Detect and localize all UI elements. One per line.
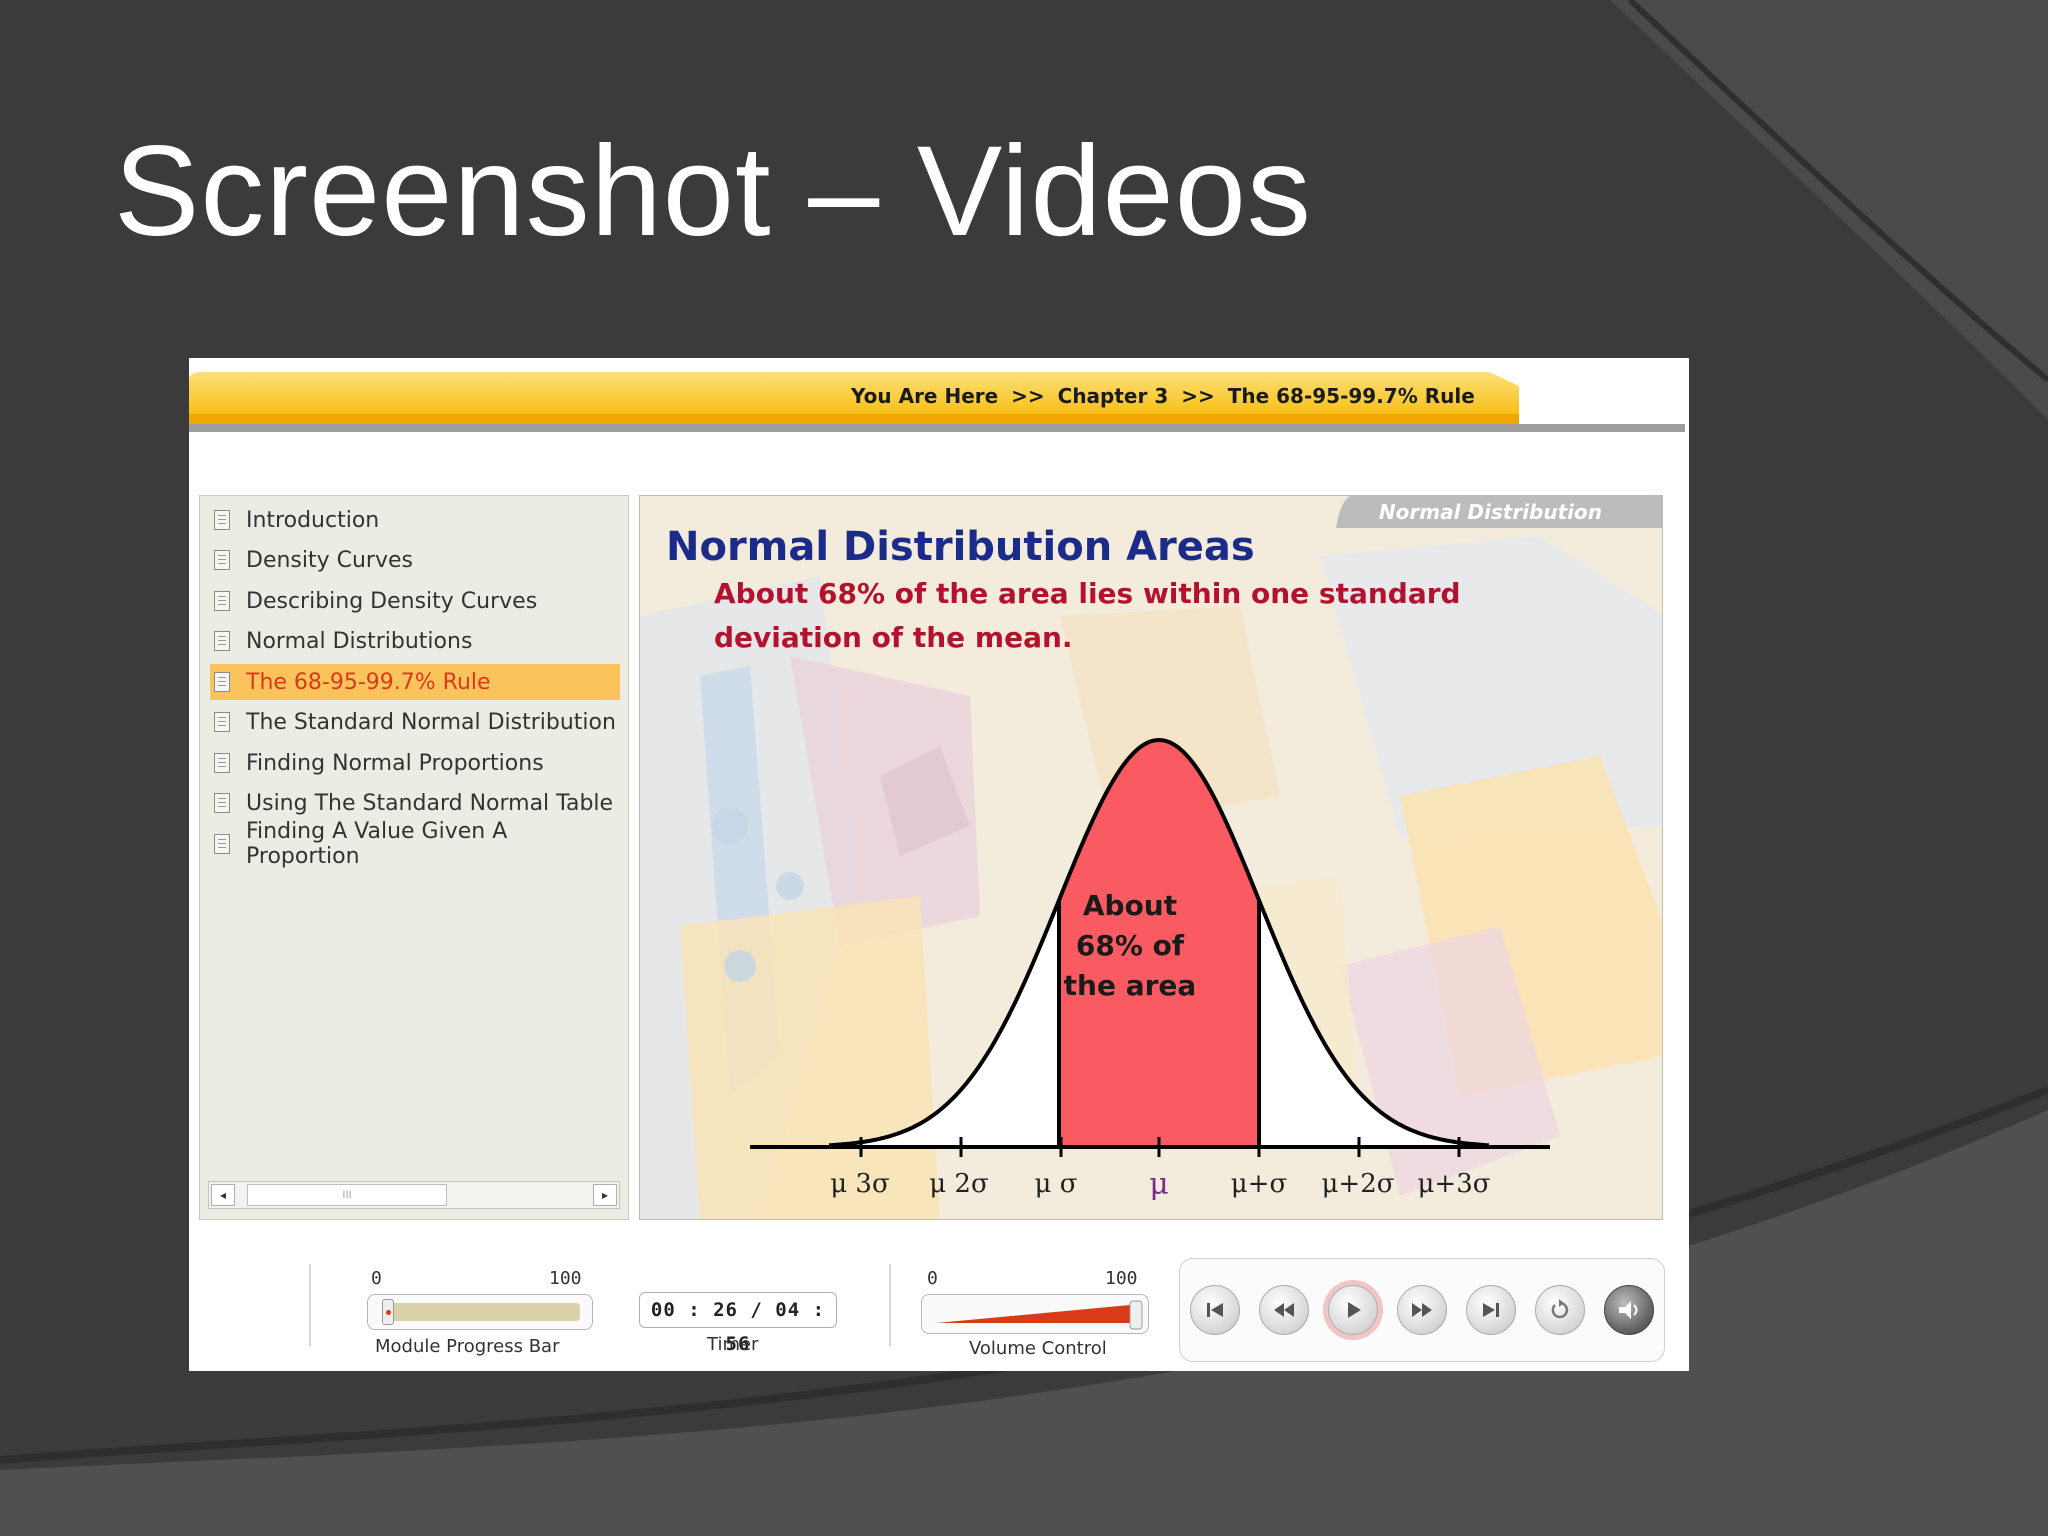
timer-caption: Timer xyxy=(707,1334,759,1355)
volume-max-label: 100 xyxy=(1105,1268,1138,1289)
sidebar-item-label: Describing Density Curves xyxy=(246,588,538,614)
slide-title: Screenshot – Videos xyxy=(114,120,1312,263)
document-icon xyxy=(214,834,230,854)
tick-label-mu-minus-sigma: μ σ xyxy=(1034,1169,1078,1199)
rewind-icon xyxy=(1274,1303,1294,1317)
video-player-app: You Are Here >> Chapter 3 >> The 68-95-9… xyxy=(189,358,1689,1371)
sidebar-item-label: Using The Standard Normal Table xyxy=(246,790,614,816)
sidebar-horizontal-scrollbar[interactable]: ◂ III ▸ xyxy=(208,1181,620,1209)
progress-marker xyxy=(385,1310,391,1315)
document-icon xyxy=(214,631,230,651)
sidebar-item-label: Normal Distributions xyxy=(246,628,473,654)
mute-button[interactable] xyxy=(1604,1285,1654,1335)
scroll-right-button[interactable]: ▸ xyxy=(593,1184,617,1206)
sidebar-item-label: Density Curves xyxy=(246,547,413,573)
scroll-left-button[interactable]: ◂ xyxy=(211,1184,235,1206)
sidebar-item-68-95-99-rule[interactable]: The 68-95-99.7% Rule xyxy=(210,664,620,700)
skip-to-start-icon xyxy=(1207,1303,1223,1317)
breadcrumb-separator: >> xyxy=(1011,384,1045,408)
sidebar-item-normal-distributions[interactable]: Normal Distributions xyxy=(210,623,620,659)
breadcrumb-current: The 68-95-99.7% Rule xyxy=(1227,384,1475,408)
speaker-icon xyxy=(1619,1301,1638,1319)
play-icon xyxy=(1348,1302,1361,1318)
divider xyxy=(309,1264,311,1346)
document-icon xyxy=(214,793,230,813)
timer-display: 00 : 26 / 04 : 56 xyxy=(639,1292,837,1355)
sidebar-item-finding-normal-proportions[interactable]: Finding Normal Proportions xyxy=(210,745,620,781)
area-label-line: 68% of xyxy=(1075,929,1185,962)
volume-control[interactable] xyxy=(921,1294,1149,1334)
skip-to-end-button[interactable] xyxy=(1466,1285,1516,1335)
tick-label-mu: μ xyxy=(1149,1167,1169,1202)
divider xyxy=(889,1264,891,1346)
sidebar-item-finding-value-given-proportion[interactable]: Finding A Value Given A Proportion xyxy=(210,819,620,869)
breadcrumb-chapter[interactable]: Chapter 3 xyxy=(1058,384,1169,408)
volume-min-label: 0 xyxy=(927,1268,938,1289)
sidebar-item-label: Introduction xyxy=(246,507,380,533)
sidebar-item-using-standard-normal-table[interactable]: Using The Standard Normal Table xyxy=(210,785,620,821)
area-label-line: the area xyxy=(1063,969,1197,1002)
document-icon xyxy=(214,712,230,732)
fast-forward-icon xyxy=(1412,1303,1432,1317)
fast-forward-button[interactable] xyxy=(1397,1285,1447,1335)
progress-min-label: 0 xyxy=(371,1268,382,1289)
document-icon xyxy=(214,753,230,773)
rewind-button[interactable] xyxy=(1259,1285,1309,1335)
volume-wedge xyxy=(936,1300,1143,1330)
volume-handle xyxy=(1129,1300,1143,1330)
progress-caption: Module Progress Bar xyxy=(375,1336,560,1357)
skip-to-end-icon xyxy=(1483,1303,1499,1317)
normal-curve-diagram xyxy=(750,737,1550,1157)
tick-label-mu-plus-sigma: μ+σ xyxy=(1230,1169,1288,1199)
progress-max-label: 100 xyxy=(549,1268,582,1289)
document-icon xyxy=(214,510,230,530)
progress-handle[interactable] xyxy=(381,1299,394,1325)
sidebar-item-introduction[interactable]: Introduction xyxy=(210,502,620,538)
sidebar-item-label: Finding A Value Given A Proportion xyxy=(246,819,508,869)
sidebar-item-density-curves[interactable]: Density Curves xyxy=(210,542,620,578)
video-frame: Normal Distribution Normal Distribution … xyxy=(639,495,1663,1220)
sidebar-item-label: The 68-95-99.7% Rule xyxy=(246,669,491,695)
progress-track-fill xyxy=(382,1303,580,1321)
tick-label-mu-minus-2-sigma: μ 2σ xyxy=(929,1169,989,1199)
sidebar-item-label: The Standard Normal Distribution xyxy=(246,709,616,735)
document-icon xyxy=(214,672,230,692)
replay-button[interactable] xyxy=(1535,1285,1585,1335)
sidebar-item-label: Finding Normal Proportions xyxy=(246,750,544,776)
breadcrumb-separator: >> xyxy=(1181,384,1215,408)
breadcrumb: You Are Here >> Chapter 3 >> The 68-95-9… xyxy=(851,384,1475,408)
sidebar-item-standard-normal-distribution[interactable]: The Standard Normal Distribution xyxy=(210,704,620,740)
tick-label-mu-plus-2-sigma: μ+2σ xyxy=(1321,1169,1395,1199)
playback-buttons xyxy=(1179,1258,1665,1362)
breadcrumb-prefix: You Are Here xyxy=(851,384,999,408)
document-icon xyxy=(214,550,230,570)
skip-to-start-button[interactable] xyxy=(1190,1285,1240,1335)
document-icon xyxy=(214,591,230,611)
area-label-line: About xyxy=(1082,889,1178,922)
tick-label-mu-minus-3-sigma: μ 3σ xyxy=(830,1169,890,1199)
scroll-thumb[interactable]: III xyxy=(247,1184,447,1206)
sidebar-item-describing-density-curves[interactable]: Describing Density Curves xyxy=(210,583,620,619)
volume-caption: Volume Control xyxy=(969,1338,1107,1359)
area-label: About 68% of the area xyxy=(1050,886,1210,1006)
module-progress-bar[interactable] xyxy=(367,1294,593,1330)
lesson-sidebar: Introduction Density Curves Describing D… xyxy=(199,495,629,1220)
player-controls: 0 100 Module Progress Bar 00 : 26 / 04 :… xyxy=(189,1238,1689,1371)
tick-label-mu-plus-3-sigma: μ+3σ xyxy=(1417,1169,1491,1199)
play-button[interactable] xyxy=(1328,1285,1378,1335)
replay-icon xyxy=(1551,1299,1569,1319)
